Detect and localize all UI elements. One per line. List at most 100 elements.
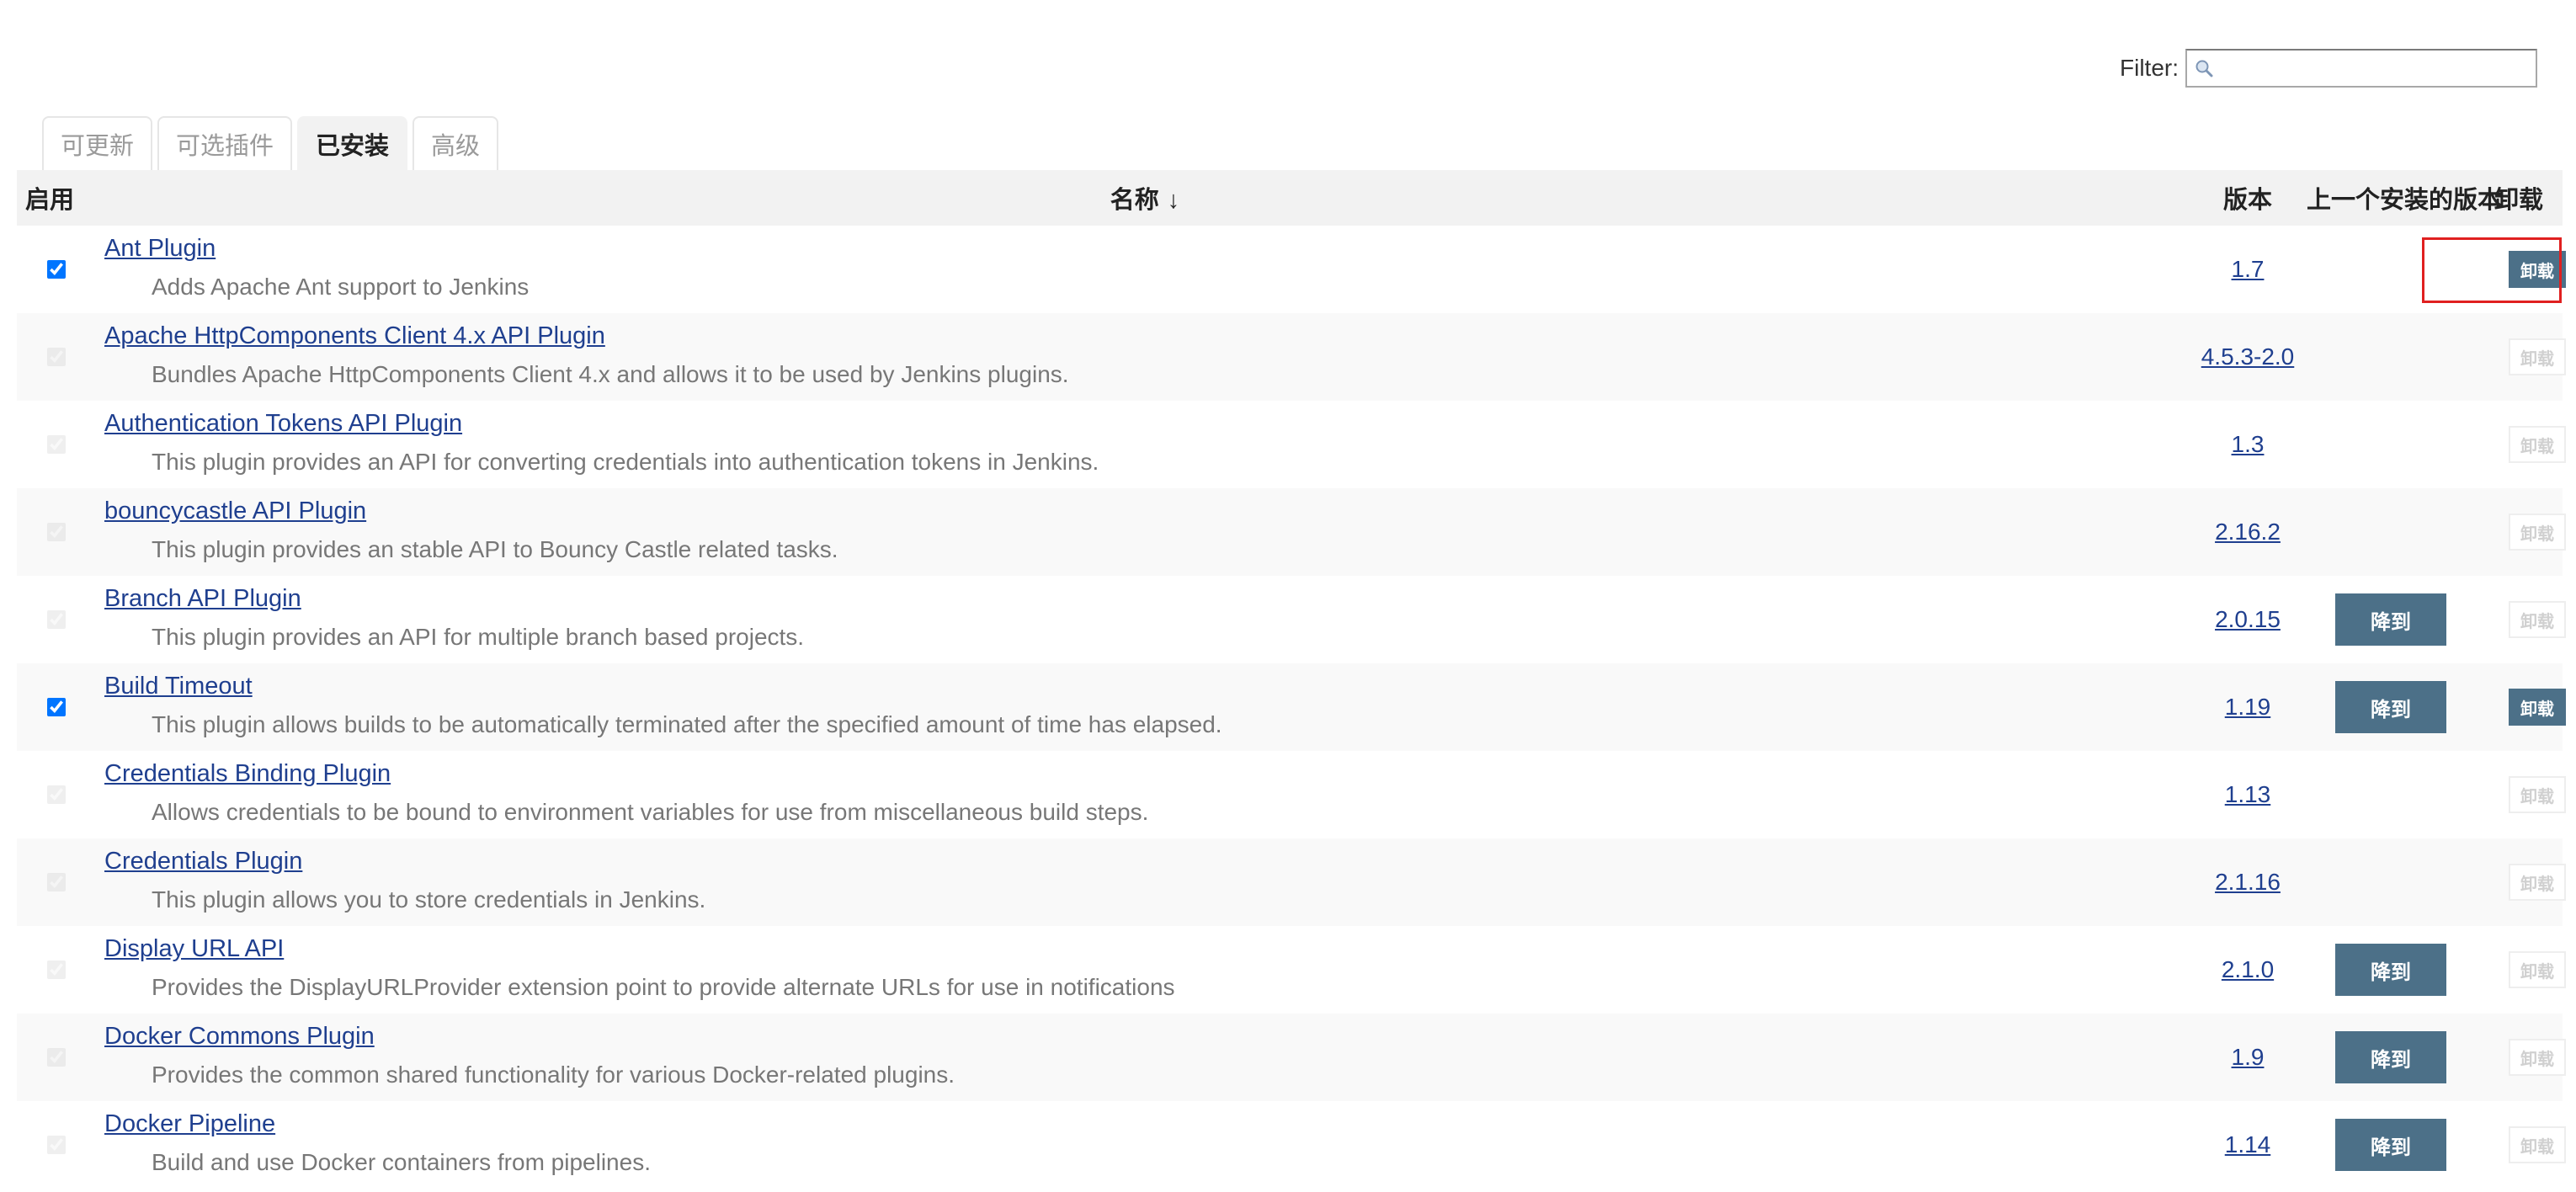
enable-cell (17, 226, 101, 313)
name-cell: Docker Pipeline Build and use Docker con… (101, 1101, 2189, 1189)
enable-checkbox[interactable] (47, 523, 66, 541)
enable-cell (17, 1014, 101, 1101)
installed-plugins-table: 启用 名称 ↓ 版本 上一个安装的版本 卸载 Ant Plugin Adds Ap… (17, 170, 2566, 1189)
table-row: Display URL API Provides the DisplayURLP… (17, 926, 2566, 1014)
plugin-description: This plugin provides an stable API to Bo… (152, 536, 838, 562)
plugin-name-link[interactable]: Branch API Plugin (104, 583, 2189, 615)
plugin-name-link[interactable]: Apache HttpComponents Client 4.x API Plu… (104, 320, 2189, 352)
enable-checkbox[interactable] (47, 260, 66, 279)
table-header-row: 启用 名称 ↓ 版本 上一个安装的版本 卸载 (17, 170, 2563, 226)
uninstall-cell: 卸载 (2475, 1014, 2566, 1101)
plugin-name-link[interactable]: Docker Commons Plugin (104, 1020, 2189, 1052)
version-cell: 2.16.2 (2189, 488, 2307, 576)
plugin-name-link[interactable]: bouncycastle API Plugin (104, 495, 2189, 527)
version-link[interactable]: 2.16.2 (2189, 516, 2307, 548)
version-link[interactable]: 1.19 (2189, 691, 2307, 723)
plugin-name-link[interactable]: Ant Plugin (104, 232, 2189, 264)
enable-checkbox[interactable] (47, 435, 66, 454)
table-row: Authentication Tokens API Plugin This pl… (17, 401, 2566, 488)
uninstall-button[interactable]: 卸载 (2509, 1039, 2566, 1076)
plugin-name-link[interactable]: Docker Pipeline (104, 1108, 2189, 1140)
plugin-description: Adds Apache Ant support to Jenkins (152, 274, 530, 300)
version-cell: 2.1.16 (2189, 838, 2307, 926)
version-link[interactable]: 2.1.16 (2189, 866, 2307, 898)
uninstall-button[interactable]: 卸载 (2509, 426, 2566, 463)
plugin-description: This plugin provides an API for multiple… (152, 624, 805, 650)
version-link[interactable]: 1.14 (2189, 1129, 2307, 1161)
enable-checkbox[interactable] (47, 785, 66, 804)
enable-cell (17, 488, 101, 576)
uninstall-button[interactable]: 卸载 (2509, 338, 2566, 375)
uninstall-button[interactable]: 卸载 (2509, 1126, 2566, 1163)
enable-checkbox[interactable] (47, 1048, 66, 1067)
filter-label: Filter: (2120, 55, 2179, 81)
downgrade-button[interactable]: 降到 (2335, 681, 2446, 733)
name-cell: Display URL API Provides the DisplayURLP… (101, 926, 2189, 1014)
table-row: Branch API Plugin This plugin provides a… (17, 576, 2566, 663)
uninstall-button[interactable]: 卸载 (2509, 601, 2566, 638)
uninstall-button[interactable]: 卸载 (2509, 251, 2566, 288)
version-link[interactable]: 2.1.0 (2189, 954, 2307, 986)
plugin-name-link[interactable]: Display URL API (104, 933, 2189, 965)
tab-available[interactable]: 可选插件 (157, 116, 293, 170)
enable-cell (17, 401, 101, 488)
plugin-name-link[interactable]: Authentication Tokens API Plugin (104, 407, 2189, 439)
version-cell: 1.14 (2189, 1101, 2307, 1189)
table-row: Credentials Binding Plugin Allows creden… (17, 751, 2566, 838)
name-cell: Authentication Tokens API Plugin This pl… (101, 401, 2189, 488)
version-link[interactable]: 1.9 (2189, 1041, 2307, 1073)
previous-version-cell (2307, 401, 2475, 488)
previous-version-cell: 降到 (2307, 576, 2475, 663)
downgrade-button[interactable]: 降到 (2335, 593, 2446, 646)
header-version[interactable]: 版本 (2189, 170, 2307, 226)
version-link[interactable]: 1.7 (2189, 253, 2307, 285)
plugin-rows: Ant Plugin Adds Apache Ant support to Je… (17, 226, 2566, 1189)
version-link[interactable]: 1.3 (2189, 428, 2307, 460)
version-link[interactable]: 4.5.3-2.0 (2189, 341, 2307, 373)
plugin-name-link[interactable]: Credentials Plugin (104, 845, 2189, 877)
filter-bar: Filter: (2120, 47, 2537, 89)
uninstall-button[interactable]: 卸载 (2509, 951, 2566, 988)
previous-version-cell (2307, 313, 2475, 401)
name-cell: Docker Commons Plugin Provides the commo… (101, 1014, 2189, 1101)
plugin-name-link[interactable]: Build Timeout (104, 670, 2189, 702)
uninstall-cell: 卸载 (2475, 226, 2566, 313)
uninstall-button[interactable]: 卸载 (2509, 864, 2566, 901)
header-enable[interactable]: 启用 (17, 170, 101, 226)
tab-installed[interactable]: 已安装 (297, 116, 408, 170)
downgrade-button[interactable]: 降到 (2335, 1031, 2446, 1083)
enable-cell (17, 838, 101, 926)
version-cell: 2.0.15 (2189, 576, 2307, 663)
uninstall-button[interactable]: 卸载 (2509, 514, 2566, 551)
version-link[interactable]: 2.0.15 (2189, 604, 2307, 636)
downgrade-button[interactable]: 降到 (2335, 944, 2446, 996)
uninstall-button[interactable]: 卸载 (2509, 689, 2566, 726)
enable-cell (17, 751, 101, 838)
uninstall-button[interactable]: 卸载 (2509, 776, 2566, 813)
search-icon (2195, 60, 2213, 77)
version-cell: 1.7 (2189, 226, 2307, 313)
version-link[interactable]: 1.13 (2189, 779, 2307, 811)
enable-checkbox[interactable] (47, 873, 66, 891)
enable-checkbox[interactable] (47, 961, 66, 979)
uninstall-cell: 卸载 (2475, 576, 2566, 663)
filter-input[interactable] (2187, 51, 2536, 86)
plugin-description: Bundles Apache HttpComponents Client 4.x… (152, 361, 1069, 387)
enable-checkbox[interactable] (47, 698, 66, 716)
table-row: Ant Plugin Adds Apache Ant support to Je… (17, 226, 2566, 313)
filter-field[interactable] (2185, 49, 2537, 88)
uninstall-cell: 卸载 (2475, 838, 2566, 926)
previous-version-cell (2307, 488, 2475, 576)
version-cell: 1.9 (2189, 1014, 2307, 1101)
downgrade-button[interactable]: 降到 (2335, 1119, 2446, 1171)
header-name[interactable]: 名称 ↓ (101, 170, 2189, 226)
tab-updates[interactable]: 可更新 (42, 116, 153, 170)
table-row: Credentials Plugin This plugin allows yo… (17, 838, 2566, 926)
version-cell: 1.19 (2189, 663, 2307, 751)
plugin-name-link[interactable]: Credentials Binding Plugin (104, 758, 2189, 790)
enable-checkbox[interactable] (47, 610, 66, 629)
enable-checkbox[interactable] (47, 1136, 66, 1154)
enable-checkbox[interactable] (47, 348, 66, 366)
header-previous-version[interactable]: 上一个安装的版本 (2307, 170, 2502, 226)
tab-advanced[interactable]: 高级 (412, 116, 499, 170)
